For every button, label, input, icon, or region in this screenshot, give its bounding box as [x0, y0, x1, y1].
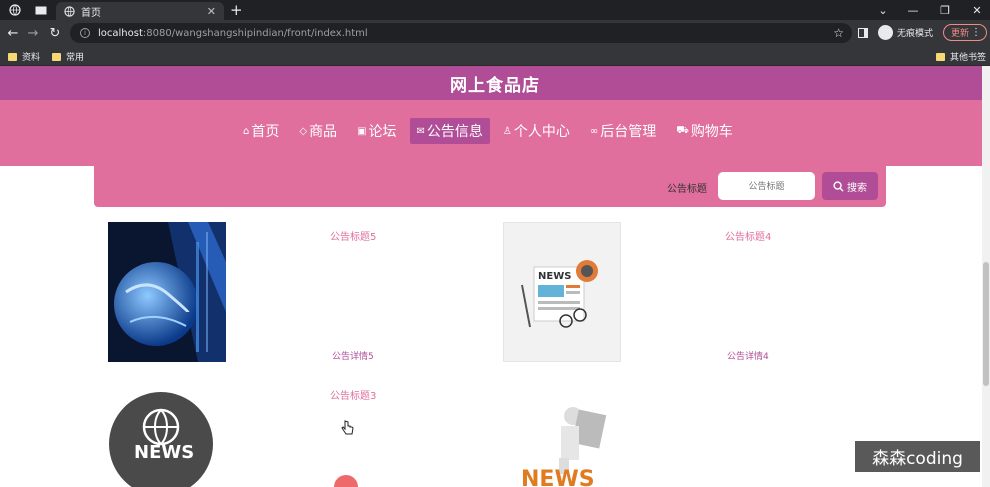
cursor-highlight [334, 475, 358, 487]
nav-products[interactable]: ◇ 商品 [292, 118, 344, 144]
search-label: 公告标题 [667, 184, 707, 195]
close-window-button[interactable]: ✕ [962, 0, 990, 20]
page-content: 网上食品店 ⌂ 首页 ◇ 商品 ▣ 论坛 ✉ 公告信息 ♙ 个人中心 ∞ 后台管理 ⛟ 购物车… [0, 66, 990, 487]
forward-button[interactable]: → [24, 24, 42, 42]
incognito-icon [878, 25, 893, 40]
folder-icon [8, 52, 17, 61]
notice-image[interactable] [108, 222, 226, 362]
url-host: localhost [98, 27, 143, 39]
page-scrollbar[interactable] [982, 66, 990, 487]
folder-icon [936, 52, 945, 61]
nav-notices[interactable]: ✉ 公告信息 [409, 118, 490, 144]
tab-small[interactable] [30, 0, 52, 20]
menu-dots-icon[interactable]: ⋮ [971, 27, 981, 38]
notice-image[interactable]: NEWS [108, 389, 226, 487]
side-panel-icon[interactable] [858, 28, 868, 38]
browser-toolbar: ← → ↻ i localhost :8080/wangshangshipind… [0, 20, 990, 46]
main-nav: ⌂ 首页 ◇ 商品 ▣ 论坛 ✉ 公告信息 ♙ 个人中心 ∞ 后台管理 ⛟ 购物车 [0, 100, 990, 166]
user-icon: ♙ [502, 125, 512, 137]
search-icon [833, 180, 844, 192]
nav-forum[interactable]: ▣ 论坛 [350, 118, 403, 144]
svg-text:NEWS: NEWS [134, 442, 194, 463]
globe-tech-image [108, 222, 226, 362]
folder-icon [52, 52, 61, 61]
news-globe-image: NEWS [108, 389, 226, 487]
forum-icon: ▣ [357, 125, 367, 137]
incognito-indicator[interactable]: 无痕模式 [878, 25, 933, 40]
bookmark-star-icon[interactable]: ☆ [833, 26, 844, 40]
nav-admin[interactable]: ∞ 后台管理 [583, 118, 663, 144]
notice-image[interactable]: NEWS [503, 222, 621, 362]
mail-icon: ✉ [416, 125, 425, 137]
svg-text:NEWS: NEWS [521, 467, 595, 487]
news-figure-image: NEWS [521, 407, 607, 487]
globe-icon [64, 5, 75, 17]
globe-icon [9, 4, 21, 16]
cart-icon: ⛟ [676, 124, 689, 136]
tag-icon: ◇ [299, 125, 308, 137]
tab-active[interactable]: 首页 ✕ [56, 2, 224, 20]
site-header: 网上食品店 [0, 66, 990, 100]
scrollbar-thumb[interactable] [983, 262, 989, 386]
notice-title[interactable]: 公告标题5 [330, 228, 376, 243]
notice-image[interactable]: NEWS [515, 404, 615, 487]
site-title: 网上食品店 [450, 75, 540, 96]
tab-search-chevron-icon[interactable]: ⌄ [868, 0, 898, 20]
bookmark-folder[interactable]: 资料 [8, 50, 40, 63]
notice-title[interactable]: 公告标题3 [330, 387, 376, 402]
svg-text:NEWS: NEWS [538, 271, 571, 282]
tab-title: 首页 [81, 7, 101, 19]
restore-button[interactable]: ❐ [930, 0, 960, 20]
notice-detail[interactable]: 公告详情5 [332, 349, 374, 362]
nav-home[interactable]: ⌂ 首页 [236, 118, 286, 144]
link-icon: ∞ [589, 125, 599, 137]
search-input[interactable] [718, 172, 815, 200]
notice-detail[interactable]: 公告详情4 [727, 349, 769, 362]
tab-inactive[interactable] [0, 0, 30, 20]
news-paper-image: NEWS [521, 260, 598, 328]
close-tab-icon[interactable]: ✕ [207, 5, 216, 18]
address-bar[interactable]: i localhost :8080/wangshangshipindian/fr… [70, 23, 852, 43]
search-bar: 公告标题 搜索 [94, 166, 886, 207]
new-tab-button[interactable]: + [230, 1, 243, 19]
search-button[interactable]: 搜索 [822, 172, 878, 200]
home-icon: ⌂ [243, 125, 250, 137]
reload-button[interactable]: ↻ [46, 24, 64, 42]
back-button[interactable]: ← [4, 24, 22, 42]
nav-cart[interactable]: ⛟ 购物车 [669, 118, 740, 144]
browser-tab-bar: 首页 ✕ + ⌄ — ❐ ✕ [0, 0, 990, 20]
minimize-button[interactable]: — [898, 0, 928, 20]
incognito-label: 无痕模式 [897, 29, 934, 39]
url-path: :8080/wangshangshipindian/front/index.ht… [142, 27, 368, 39]
other-bookmarks[interactable]: 其他书签 [936, 50, 986, 63]
notice-title[interactable]: 公告标题4 [725, 228, 771, 243]
bookmarks-bar: 资料 常用 其他书签 [0, 46, 990, 66]
update-label: 更新 [951, 29, 970, 39]
nav-profile[interactable]: ♙ 个人中心 [496, 118, 577, 144]
window-icon [35, 6, 47, 14]
bookmark-folder[interactable]: 常用 [52, 50, 84, 63]
info-icon[interactable]: i [80, 28, 90, 38]
watermark: 森森coding [855, 441, 980, 472]
update-button[interactable]: 更新 ⋮ [943, 24, 987, 41]
hand-cursor-icon [341, 420, 354, 435]
